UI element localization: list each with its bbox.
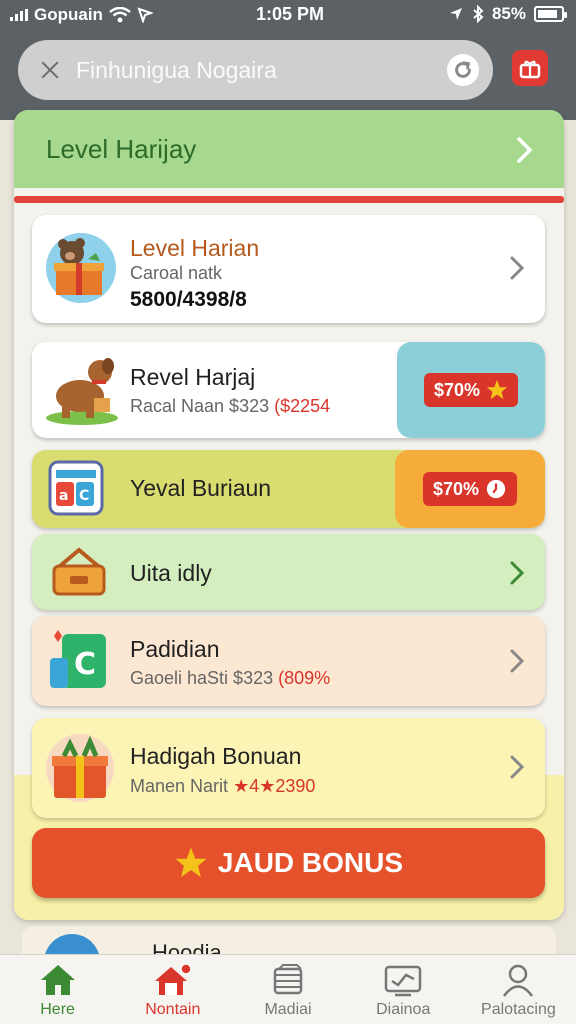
card-uita-idly[interactable]: Uita idly xyxy=(32,534,545,610)
card-subtitle-highlight: ★4★2390 xyxy=(233,776,316,796)
chart-card-icon xyxy=(384,965,422,997)
chevron-right-icon xyxy=(510,755,525,779)
chevron-right-icon xyxy=(517,137,533,163)
bottom-tab-bar: Here Nontain Madiai Diainoa Palotacing xyxy=(0,954,576,1024)
tab-label: Nontain xyxy=(145,1001,201,1018)
gift-button[interactable] xyxy=(512,50,548,86)
svg-text:a: a xyxy=(59,488,68,504)
card-value: 5800/4398/8 xyxy=(130,288,247,311)
card-title: Uita idly xyxy=(130,560,212,586)
rewards-panel: Level Harijay Level Harian Caroal natk 5… xyxy=(14,110,564,920)
card-hadigah-bonuan[interactable]: Hadigah Bonuan Manen Narit ★4★2390 xyxy=(32,718,545,818)
refresh-button[interactable] xyxy=(447,54,479,86)
location-icon xyxy=(137,7,153,23)
card-subtitle: Caroal natk xyxy=(130,263,223,283)
house-notification-icon xyxy=(154,963,192,995)
card-subtitle-highlight: ($2254 xyxy=(274,396,331,416)
navigation-arrow-icon xyxy=(449,8,462,20)
card-title: Yeval Buriaun xyxy=(130,475,272,501)
cash-icon: C xyxy=(50,630,106,688)
reward-badge-panel[interactable]: $70% xyxy=(395,450,545,528)
carrier-name: Gopuain xyxy=(34,5,103,24)
card-title: Hadigah Bonuan xyxy=(130,743,302,769)
card-level-harian[interactable]: Level Harian Caroal natk 5800/4398/8 xyxy=(32,215,545,323)
tab-home[interactable]: Here xyxy=(0,955,115,1024)
card-padidian[interactable]: C Padidian Gaoeli haSti $323 (809% xyxy=(32,616,545,706)
status-bar: Gopuain 1:05 PM 85% xyxy=(0,0,576,30)
svg-text:C: C xyxy=(74,647,96,682)
reward-badge-panel[interactable]: $70% xyxy=(397,342,545,438)
header-title: Level Harijay xyxy=(46,133,197,164)
tab-label: Here xyxy=(40,1001,75,1018)
card-revel-harjaj[interactable]: Revel Harjaj Racal Naan $323 ($2254 $70% xyxy=(32,342,545,438)
close-icon[interactable] xyxy=(38,58,62,82)
reward-badge[interactable]: $70% xyxy=(423,373,519,407)
gift-box-icon xyxy=(46,734,114,802)
tab-media[interactable]: Madiai xyxy=(230,955,345,1024)
chevron-right-icon xyxy=(510,561,525,585)
chevron-right-icon xyxy=(510,256,525,280)
stack-icon xyxy=(273,964,303,995)
bonus-button[interactable]: JAUD BONUS xyxy=(32,828,545,898)
tab-label: Madiai xyxy=(264,1001,312,1018)
card-subtitle-highlight: (809% xyxy=(278,668,331,688)
card-title: Level Harian xyxy=(130,235,260,261)
abc-blocks-icon: a C xyxy=(48,460,104,516)
svg-text:C: C xyxy=(79,488,89,504)
signal-icon xyxy=(10,9,28,21)
tab-label: Diainoa xyxy=(376,1001,431,1018)
tab-label: Palotacing xyxy=(481,1001,556,1018)
dog-icon xyxy=(46,358,118,425)
tab-notification[interactable]: Nontain xyxy=(115,955,230,1024)
level-header[interactable]: Level Harijay xyxy=(14,110,564,188)
clock: 1:05 PM xyxy=(256,4,325,24)
basket-icon xyxy=(52,547,106,596)
refresh-icon xyxy=(455,61,471,78)
card-title: Padidian xyxy=(130,636,220,662)
star-icon xyxy=(486,379,508,400)
reward-badge[interactable]: $70% xyxy=(422,472,518,506)
card-subtitle: Gaoeli haSti $323 (809% xyxy=(130,668,331,688)
chevron-right-icon xyxy=(510,649,525,673)
person-icon xyxy=(503,964,534,997)
card-yeval-buriaun[interactable]: a C Yeval Buriaun $70% xyxy=(32,450,545,528)
card-title: Revel Harjaj xyxy=(130,364,256,390)
battery-percent: 85% xyxy=(491,4,526,23)
bonus-button-label: JAUD BONUS xyxy=(217,847,404,878)
star-icon xyxy=(175,847,207,878)
tab-profile[interactable]: Palotacing xyxy=(461,955,576,1024)
tab-stats[interactable]: Diainoa xyxy=(346,955,461,1024)
header-divider xyxy=(14,196,564,203)
gift-icon xyxy=(519,60,541,79)
bear-gift-icon xyxy=(46,233,116,303)
clock-icon xyxy=(486,479,506,499)
card-subtitle: Racal Naan $323 ($2254 xyxy=(130,396,331,416)
card-subtitle: Manen Narit ★4★2390 xyxy=(130,776,316,796)
search-input[interactable] xyxy=(76,56,426,84)
battery-icon xyxy=(534,6,567,22)
bluetooth-icon xyxy=(473,5,484,23)
wifi-icon xyxy=(109,7,131,23)
home-icon xyxy=(40,965,75,995)
search-bar[interactable] xyxy=(18,40,493,100)
